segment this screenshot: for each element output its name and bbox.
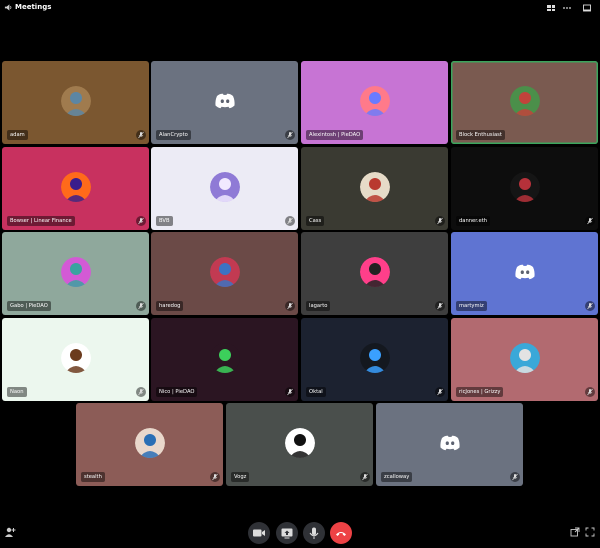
avatar [509,85,540,116]
avatar [209,256,240,287]
participant-tile[interactable]: stealth [76,403,223,486]
muted-mic-icon [585,301,595,311]
discord-logo-icon [435,428,465,458]
screenshare-icon [281,528,293,539]
participant-name: Gabo | PieDAO [7,301,51,311]
window-title: Meetings [15,3,52,11]
participant-name: zcalloway [381,472,413,482]
participant-name: Oktal [306,387,326,397]
discord-logo-icon [510,257,540,287]
participant-tile[interactable]: danner.eth [451,147,598,230]
participant-tile[interactable]: zcalloway [376,403,523,486]
participant-tile[interactable]: Oktal [301,318,448,401]
muted-mic-icon [285,301,295,311]
muted-mic-icon [360,472,370,482]
more-options-icon[interactable] [562,3,572,13]
muted-mic-icon [435,387,445,397]
participant-tile[interactable]: BVB [151,147,298,230]
avatar [509,171,540,202]
participant-name: adam [7,130,28,140]
muted-mic-icon [136,216,146,226]
participant-tile[interactable]: haredog [151,232,298,315]
participant-tile[interactable]: Bowser | Linear Finance [2,147,149,230]
participant-name: martymiz [456,301,487,311]
muted-mic-icon [285,387,295,397]
participant-tile[interactable]: Block Enthusiast [451,61,598,144]
participant-tile[interactable]: Vogz [226,403,373,486]
participant-name: Alexintosh | PieDAO [306,130,364,140]
muted-mic-icon [285,130,295,140]
volume-icon [4,4,12,11]
participant-name: Nico | PieDAO [156,387,198,397]
muted-mic-icon [435,301,445,311]
participant-tile[interactable]: Nico | PieDAO [151,318,298,401]
camera-icon [253,529,265,537]
participant-name: ricJones | Grizzy [456,387,504,397]
avatar [60,256,91,287]
participant-name: lagarto [306,301,331,311]
camera-button[interactable] [248,522,270,544]
muted-mic-icon [210,472,220,482]
avatar [359,342,390,373]
participant-tile[interactable]: lagarto [301,232,448,315]
avatar [60,342,91,373]
avatar [209,342,240,373]
avatar [60,171,91,202]
avatar [359,171,390,202]
participant-name: AlanCrypto [156,130,191,140]
discord-logo-icon [210,86,240,116]
participant-name: BVB [156,216,173,226]
fullscreen-icon[interactable] [585,527,595,537]
muted-mic-icon [136,301,146,311]
avatar [209,171,240,202]
participant-tile[interactable]: Gabo | PieDAO [2,232,149,315]
avatar [134,427,165,458]
avatar [359,85,390,116]
participant-name: Vogz [231,472,250,482]
muted-mic-icon [136,387,146,397]
popout-icon[interactable] [570,527,580,537]
avatar [359,256,390,287]
muted-mic-icon [510,472,520,482]
popout-icon[interactable] [582,3,592,13]
participant-tile[interactable]: adam [2,61,149,144]
add-person-icon[interactable] [4,526,16,538]
screenshare-button[interactable] [276,522,298,544]
muted-mic-icon [285,216,295,226]
participant-name: Block Enthusiast [456,130,505,140]
participant-tile[interactable]: martymiz [451,232,598,315]
participant-name: haredog [156,301,184,311]
participant-tile[interactable]: ricJones | Grizzy [451,318,598,401]
avatar [509,342,540,373]
microphone-button[interactable] [303,522,325,544]
muted-mic-icon [585,387,595,397]
participant-tile[interactable]: Naon [2,318,149,401]
top-bar: Meetings [0,0,600,16]
grid-layout-icon[interactable] [546,3,556,13]
muted-mic-icon [136,130,146,140]
avatar [60,85,91,116]
participant-name: Cass [306,216,325,226]
hangup-icon [336,532,346,536]
participant-name: Naon [7,387,27,397]
participant-tile[interactable]: Alexintosh | PieDAO [301,61,448,144]
participant-name: stealth [81,472,105,482]
muted-mic-icon [585,216,595,226]
participant-tile[interactable]: AlanCrypto [151,61,298,144]
call-controls-bar [0,518,600,548]
participant-name: danner.eth [456,216,491,226]
participant-tile[interactable]: Cass [301,147,448,230]
microphone-icon [309,527,319,539]
muted-mic-icon [435,216,445,226]
hangup-button[interactable] [330,522,352,544]
participant-name: Bowser | Linear Finance [7,216,75,226]
avatar [284,427,315,458]
